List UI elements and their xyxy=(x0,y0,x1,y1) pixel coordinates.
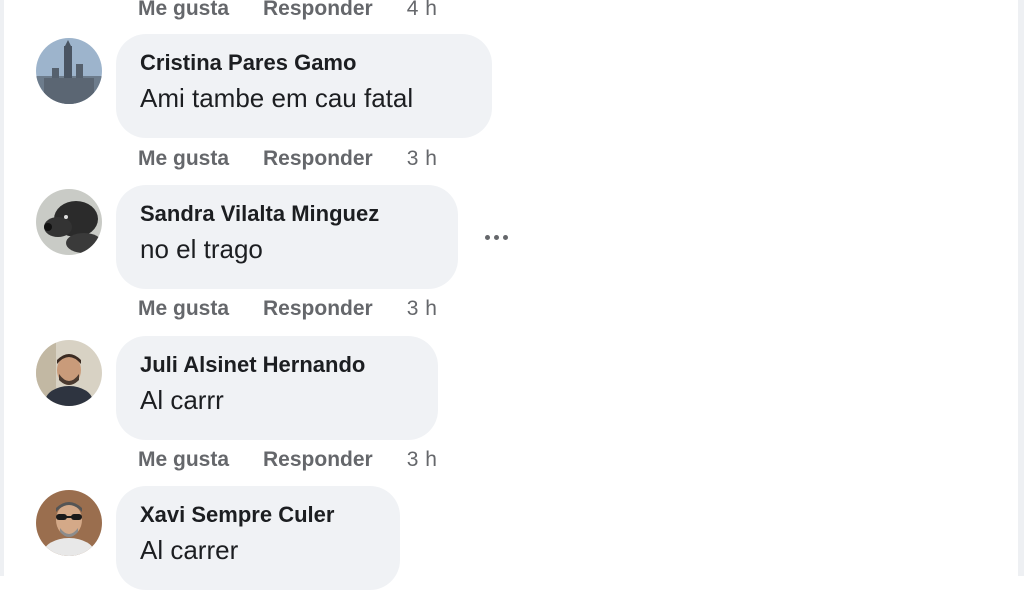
comment-item: Cristina Pares Gamo Ami tambe em cau fat… xyxy=(36,34,492,138)
dog-avatar-icon xyxy=(36,189,102,255)
comment-actions: Me gusta Responder 3 h xyxy=(138,294,437,324)
comment-author[interactable]: Juli Alsinet Hernando xyxy=(140,350,414,380)
comment-bubble: Sandra Vilalta Minguez no el trago xyxy=(116,185,458,289)
like-link[interactable]: Me gusta xyxy=(138,297,229,321)
comment-text: no el trago xyxy=(140,234,263,264)
reply-link[interactable]: Responder xyxy=(263,297,373,321)
left-border xyxy=(0,0,4,576)
man-sunglasses-avatar-icon xyxy=(36,490,102,556)
comment-text: Al carrr xyxy=(140,385,224,415)
comment-author[interactable]: Xavi Sempre Culer xyxy=(140,500,376,530)
avatar[interactable] xyxy=(36,38,102,104)
comment-author[interactable]: Cristina Pares Gamo xyxy=(140,48,468,78)
reply-link[interactable]: Responder xyxy=(263,147,373,171)
like-link[interactable]: Me gusta xyxy=(138,147,229,171)
like-link[interactable]: Me gusta xyxy=(138,448,229,472)
comment-item: Xavi Sempre Culer Al carrer xyxy=(36,486,400,590)
comment-timestamp[interactable]: 3 h xyxy=(407,147,438,171)
comment-timestamp[interactable]: 3 h xyxy=(407,448,438,472)
cityscape-avatar-icon xyxy=(36,38,102,104)
comment-timestamp[interactable]: 4 h xyxy=(407,0,438,21)
avatar[interactable] xyxy=(36,189,102,255)
comment-bubble: Xavi Sempre Culer Al carrer xyxy=(116,486,400,590)
comment-item: Juli Alsinet Hernando Al carrr xyxy=(36,336,438,440)
comment-bubble: Juli Alsinet Hernando Al carrr xyxy=(116,336,438,440)
comment-item: Sandra Vilalta Minguez no el trago xyxy=(36,185,458,289)
avatar[interactable] xyxy=(36,490,102,556)
comment-timestamp[interactable]: 3 h xyxy=(407,297,438,321)
reply-link[interactable]: Responder xyxy=(263,448,373,472)
comment-text: Ami tambe em cau fatal xyxy=(140,83,414,113)
comment-text: Al carrer xyxy=(140,535,239,565)
man-portrait-avatar-icon xyxy=(36,340,102,406)
comment-actions: Me gusta Responder 3 h xyxy=(138,144,437,174)
more-options-icon[interactable] xyxy=(478,222,514,252)
comment-bubble: Cristina Pares Gamo Ami tambe em cau fat… xyxy=(116,34,492,138)
comment-actions: Me gusta Responder 3 h xyxy=(138,445,437,475)
right-border xyxy=(1018,0,1024,576)
avatar[interactable] xyxy=(36,340,102,406)
like-link[interactable]: Me gusta xyxy=(138,0,229,21)
comment-actions: Me gusta Responder 4 h xyxy=(138,0,437,24)
reply-link[interactable]: Responder xyxy=(263,0,373,21)
comment-author[interactable]: Sandra Vilalta Minguez xyxy=(140,199,434,229)
